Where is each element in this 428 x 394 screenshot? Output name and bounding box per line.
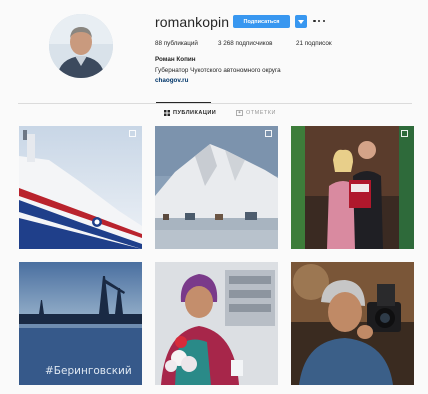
carousel-icon: [401, 130, 408, 137]
more-dot: [317, 19, 321, 23]
profile-bio: Губернатор Чукотского автономного округа: [155, 67, 281, 74]
profile-website-link[interactable]: chaogov.ru: [155, 77, 188, 84]
tab-tagged-label: ОТМЕТКИ: [246, 110, 276, 116]
following-count[interactable]: 21 подписок: [296, 40, 332, 47]
active-tab-indicator: [156, 102, 211, 103]
post-thumbnail[interactable]: [19, 126, 142, 249]
post-thumbnail[interactable]: [155, 262, 278, 385]
post-thumbnail[interactable]: [291, 126, 414, 249]
tag-icon: [236, 110, 243, 116]
post-thumbnail[interactable]: [291, 262, 414, 385]
post-thumbnail[interactable]: [155, 126, 278, 249]
grid-icon: [164, 110, 170, 116]
tab-tagged[interactable]: ОТМЕТКИ: [236, 110, 276, 116]
post-caption-text: #Беринговский: [45, 365, 132, 377]
follow-button[interactable]: Подписаться: [233, 15, 290, 28]
post-thumbnail[interactable]: #Беринговский: [19, 262, 142, 385]
carousel-icon: [129, 130, 136, 137]
profile-username: romankopin: [155, 14, 230, 30]
tabs-divider: [18, 103, 412, 104]
profile-avatar[interactable]: [49, 14, 113, 78]
posts-count: 88 публикаций: [155, 40, 198, 47]
followers-count[interactable]: 3 268 подписчиков: [218, 40, 272, 47]
more-dot: [322, 19, 325, 23]
more-dot: [313, 19, 316, 23]
suggestions-dropdown-button[interactable]: [295, 15, 307, 28]
profile-full-name: Роман Копин: [155, 56, 196, 63]
chevron-down-icon: [298, 19, 304, 24]
more-options-button[interactable]: [313, 16, 325, 26]
carousel-icon: [265, 130, 272, 137]
tab-posts[interactable]: ПУБЛИКАЦИИ: [164, 110, 216, 116]
tab-posts-label: ПУБЛИКАЦИИ: [173, 110, 217, 116]
